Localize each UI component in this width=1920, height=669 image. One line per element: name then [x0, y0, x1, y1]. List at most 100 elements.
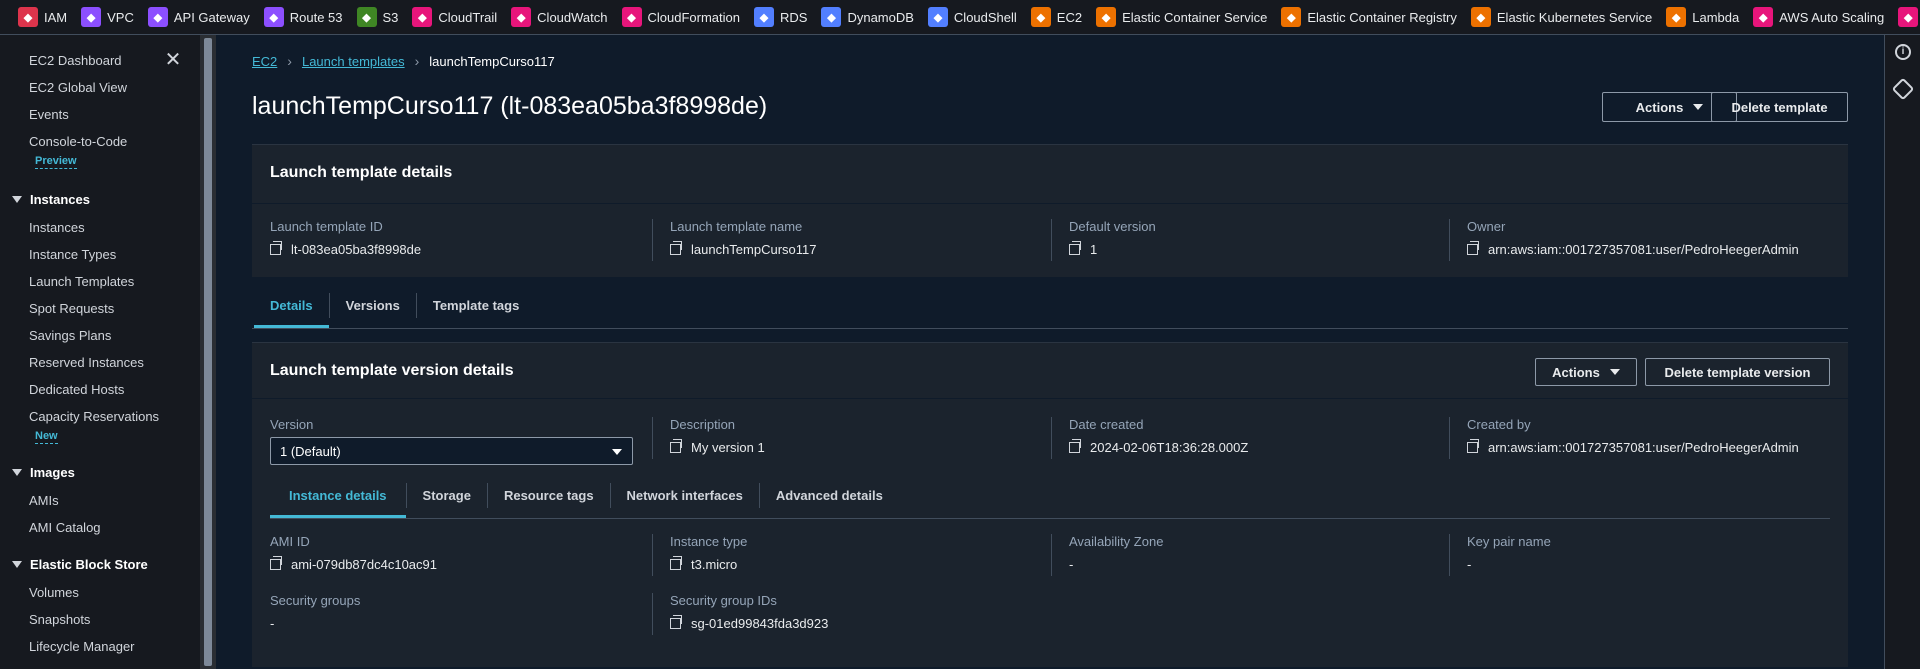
cloudtrail-icon: ◆	[412, 7, 433, 27]
nav-console-to-code[interactable]: Console-to-Code	[29, 134, 127, 149]
subtab-network-interfaces[interactable]: Network interfaces	[611, 473, 759, 518]
iam-icon: ◆	[18, 7, 38, 27]
copy-icon[interactable]	[1467, 439, 1479, 453]
delete-template-version-button[interactable]: Delete template version	[1645, 358, 1830, 386]
detail-tabs: Details Versions Template tags	[254, 283, 535, 328]
nav-spot-requests[interactable]: Spot Requests	[29, 301, 114, 316]
delete-template-button[interactable]: Delete template	[1711, 92, 1848, 122]
divider	[652, 417, 653, 459]
info-icon[interactable]: i	[1895, 44, 1911, 60]
favorite-s3[interactable]: ◆ S3	[356, 7, 398, 27]
section-instances[interactable]: Instances	[12, 192, 90, 207]
chevron-right-icon: ›	[414, 53, 420, 69]
favorite-ecr[interactable]: ◆ Elastic Container Registry	[1281, 7, 1457, 27]
copy-icon[interactable]	[270, 556, 282, 570]
cloudwatch-icon: ◆	[511, 7, 532, 27]
subtab-storage[interactable]: Storage	[407, 473, 487, 518]
subtab-instance-details[interactable]: Instance details	[270, 473, 406, 518]
favorite-route53[interactable]: ◆ Route 53	[263, 7, 343, 27]
launch-template-details-panel: Launch template details Launch template …	[252, 144, 1848, 277]
favorite-dynamodb[interactable]: ◆ DynamoDB	[821, 7, 914, 27]
nav-savings-plans[interactable]: Savings Plans	[29, 328, 111, 343]
section-images[interactable]: Images	[12, 465, 75, 480]
copy-icon[interactable]	[1467, 241, 1479, 255]
nav-amis[interactable]: AMIs	[29, 493, 59, 508]
copy-icon[interactable]	[1069, 439, 1081, 453]
field-date-created: Date created 2024-02-06T18:36:28.000Z	[1069, 417, 1249, 455]
nav-capacity-reservations[interactable]: Capacity Reservations	[29, 409, 159, 424]
divider	[652, 219, 653, 261]
copy-icon[interactable]	[670, 439, 682, 453]
settings-icon[interactable]	[1891, 77, 1915, 101]
subtab-resource-tags[interactable]: Resource tags	[488, 473, 610, 518]
field-description: Description My version 1	[670, 417, 765, 455]
breadcrumb-launch-templates[interactable]: Launch templates	[302, 54, 405, 69]
field-key-pair-name: Key pair name -	[1467, 534, 1551, 572]
copy-icon[interactable]	[1069, 241, 1081, 255]
panel-title: Launch template version details	[270, 362, 514, 379]
nav-ami-catalog[interactable]: AMI Catalog	[29, 520, 101, 535]
favorite-iam[interactable]: ◆ IAM	[18, 7, 67, 27]
field-default-version: Default version 1	[1069, 219, 1156, 257]
nav-ec2-dashboard[interactable]: EC2 Dashboard	[29, 53, 122, 68]
favorite-api-gateway[interactable]: ◆ API Gateway	[147, 7, 250, 27]
field-launch-template-name: Launch template name launchTempCurso117	[670, 219, 817, 257]
tab-details[interactable]: Details	[254, 283, 329, 328]
field-instance-type: Instance type t3.micro	[670, 534, 748, 572]
divider	[1449, 417, 1450, 459]
favorite-vpc[interactable]: ◆ VPC	[81, 7, 134, 27]
page-title: launchTempCurso117 (lt-083ea05ba3f8998de…	[252, 92, 768, 120]
right-rail: i	[1884, 35, 1920, 669]
nav-instances[interactable]: Instances	[29, 220, 85, 235]
tabs-underline	[252, 328, 1848, 329]
nav-events[interactable]: Events	[29, 107, 69, 122]
copy-icon[interactable]	[670, 556, 682, 570]
preview-badge: Preview	[35, 155, 77, 169]
breadcrumb-current: launchTempCurso117	[429, 53, 555, 69]
favorite-rds[interactable]: ◆ RDS	[754, 7, 807, 27]
favorite-ecs[interactable]: ◆ Elastic Container Service	[1096, 7, 1267, 27]
copy-icon[interactable]	[270, 241, 282, 255]
nav-dedicated-hosts[interactable]: Dedicated Hosts	[29, 382, 124, 397]
cloudshell-icon: ◆	[927, 7, 948, 27]
copy-icon[interactable]	[670, 241, 682, 255]
section-elastic-block-store[interactable]: Elastic Block Store	[12, 557, 148, 572]
nav-volumes[interactable]: Volumes	[29, 585, 79, 600]
sidebar: ✕ EC2 Dashboard EC2 Global View Events C…	[0, 35, 200, 669]
favorite-systems-manager[interactable]: ◆Systems Manager	[1898, 7, 1920, 27]
favorite-cloudformation[interactable]: ◆ CloudFormation	[621, 7, 740, 27]
breadcrumb-ec2[interactable]: EC2	[252, 54, 277, 69]
favorite-cloudtrail[interactable]: ◆ CloudTrail	[412, 7, 497, 27]
favorite-auto-scaling[interactable]: ◆ AWS Auto Scaling	[1753, 7, 1884, 27]
instance-subtabs: Instance details Storage Resource tags N…	[270, 473, 899, 518]
nav-snapshots[interactable]: Snapshots	[29, 612, 90, 627]
nav-launch-templates[interactable]: Launch Templates	[29, 274, 134, 289]
favorite-cloudwatch[interactable]: ◆ CloudWatch	[511, 7, 608, 27]
ecr-icon: ◆	[1281, 7, 1302, 27]
s3-icon: ◆	[356, 7, 377, 27]
version-select[interactable]: 1 (Default)	[270, 437, 633, 465]
nav-reserved-instances[interactable]: Reserved Instances	[29, 355, 144, 370]
favorite-cloudshell[interactable]: ◆ CloudShell	[927, 7, 1017, 27]
version-actions-button[interactable]: Actions	[1535, 358, 1637, 386]
divider	[1449, 534, 1450, 576]
close-icon[interactable]: ✕	[164, 50, 182, 70]
sidebar-scrollbar-thumb[interactable]	[204, 38, 212, 666]
rds-icon: ◆	[754, 7, 774, 27]
nav-lifecycle-manager[interactable]: Lifecycle Manager	[29, 639, 135, 654]
favorite-lambda[interactable]: ◆ Lambda	[1666, 7, 1739, 27]
field-security-groups: Security groups -	[270, 593, 361, 631]
copy-icon[interactable]	[670, 615, 682, 629]
nav-ec2-global-view[interactable]: EC2 Global View	[29, 80, 127, 95]
subtab-advanced-details[interactable]: Advanced details	[760, 473, 899, 518]
tab-template-tags[interactable]: Template tags	[417, 283, 535, 328]
favorite-eks[interactable]: ◆ Elastic Kubernetes Service	[1470, 7, 1652, 27]
nav-instance-types[interactable]: Instance Types	[29, 247, 116, 262]
api-gateway-icon: ◆	[147, 7, 168, 27]
divider	[652, 534, 653, 576]
tab-versions[interactable]: Versions	[330, 283, 416, 328]
favorite-ec2[interactable]: ◆ EC2	[1030, 7, 1082, 27]
field-launch-template-id: Launch template ID lt-083ea05ba3f8998de	[270, 219, 422, 257]
auto-scaling-icon: ◆	[1753, 7, 1774, 27]
field-created-by: Created by arn:aws:iam::001727357081:use…	[1467, 417, 1799, 455]
